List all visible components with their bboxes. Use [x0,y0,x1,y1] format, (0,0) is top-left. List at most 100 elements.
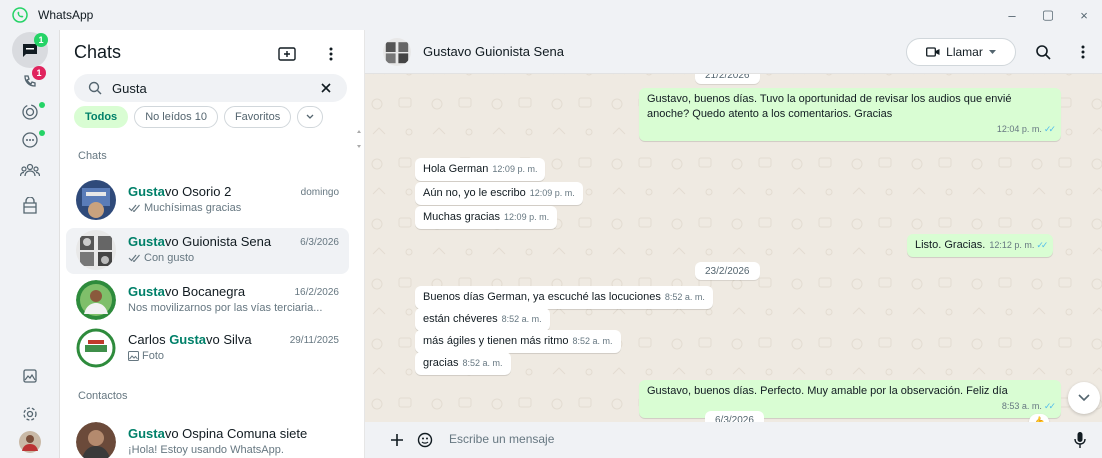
chat-last-message: Con gusto [128,252,338,264]
conversation-header[interactable]: Gustavo Guionista Sena Llamar [365,30,1102,74]
message-bubble-outgoing[interactable]: Listo. Gracias. 12:12 p. m. ✓✓ [907,234,1054,257]
message-text: Hola German [423,163,489,175]
message-text: Aún no, yo le escribo [423,187,526,199]
chat-last-message: Nos movilizarnos por las vías terciaria.… [128,302,323,314]
plus-icon[interactable] [389,432,405,448]
read-ticks-icon: ✓✓ [1036,240,1048,250]
channels-new-dot [39,130,45,136]
search-input[interactable]: Gusta [112,81,319,96]
message-time: 8:52 a. m. [664,292,705,302]
chat-date: 16/2/2026 [294,287,340,298]
contact-name: Gustavo Ospina Comuna siete [128,426,308,441]
message-time: 8:52 a. m. [501,314,542,324]
message-time: 12:09 p. m. [529,188,575,198]
video-call-icon [926,47,940,57]
message-bubble-incoming[interactable]: gracias 8:52 a. m. [415,352,511,375]
filter-all[interactable]: Todos [74,106,129,128]
message-text: Listo. Gracias. [915,239,986,251]
message-time: 8:52 a. m. [572,336,613,346]
message-bubble-outgoing[interactable]: Gustavo, buenos días. Perfecto. Muy amab… [639,380,1061,418]
message-input[interactable]: Escribe un mensaje [449,432,554,446]
profile-avatar-icon [19,431,41,453]
chat-name: Gustavo Bocanegra [128,284,246,299]
message-text: están chéveres [423,313,498,325]
microphone-icon[interactable] [1073,431,1087,449]
search-icon[interactable] [1035,44,1051,60]
store-icon [23,197,37,214]
chat-name: Carlos Gustavo Silva [128,332,252,347]
chat-item[interactable]: Gustavo Bocanegra 16/2/2026 Nos moviliza… [66,278,349,324]
message-bubble-incoming[interactable]: más ágiles y tienen más ritmo 8:52 a. m. [415,330,621,353]
chevron-down-icon [306,114,314,119]
message-time: 8:53 a. m. [1001,401,1042,411]
search-icon [88,81,102,95]
call-button[interactable]: Llamar [906,38,1016,66]
rail-chats-button[interactable]: 1 [12,32,48,68]
message-bubble-incoming[interactable]: Buenos días German, ya escuché las locuc… [415,286,713,309]
kebab-menu-icon [1081,45,1085,59]
message-list: 21/2/2026 Gustavo, buenos días. Tuvo la … [365,66,1102,430]
read-ticks-icon: ✓✓ [1043,124,1056,134]
chat-item[interactable]: Carlos Gustavo Silva 29/11/2025 Foto [66,326,349,372]
caret-down-icon [988,49,996,54]
gear-icon [23,407,37,421]
scroll-to-bottom-button[interactable] [1068,382,1100,414]
date-separator: 23/2/2026 [695,262,760,280]
double-check-icon [128,254,140,262]
rail-business-button[interactable] [10,188,50,224]
search-box[interactable]: Gusta [74,74,347,102]
rail-profile-button[interactable] [10,424,50,458]
chat-date: 6/3/2026 [300,237,339,248]
list-scrollbar[interactable] [357,130,361,148]
section-chats-label: Chats [78,150,107,162]
chat-item-selected[interactable]: Gustavo Guionista Sena 6/3/2026 Con gust… [66,228,349,274]
message-text: gracias [423,357,459,369]
title-bar: WhatsApp – ▢ × [0,0,1102,30]
message-text: Gustavo, buenos días. Perfecto. Muy amab… [647,385,1008,397]
channels-icon [22,132,38,148]
avatar [76,422,116,458]
conversation-menu-button[interactable] [1075,42,1091,62]
chats-unread-badge: 1 [34,33,48,47]
message-time: 8:52 a. m. [462,358,503,368]
new-chat-icon[interactable] [278,46,296,62]
message-text: más ágiles y tienen más ritmo [423,335,569,347]
message-bubble-incoming[interactable]: están chéveres 8:52 a. m. [415,308,550,331]
message-bubble-incoming[interactable]: Muchas gracias 12:09 p. m. [415,206,558,229]
message-bubble-incoming[interactable]: Hola German 12:09 p. m. [415,158,546,181]
call-button-label: Llamar [946,45,983,59]
contact-item[interactable]: Gustavo Ospina Comuna siete ¡Hola! Estoy… [66,420,349,458]
chat-item[interactable]: Gustavo Osorio 2 domingo Muchísimas grac… [66,178,349,224]
contact-about: ¡Hola! Estoy usando WhatsApp. [128,444,284,456]
chat-date: 29/11/2025 [289,335,339,346]
section-contacts-label: Contactos [78,390,128,402]
rail-media-button[interactable] [10,358,50,394]
message-time: 12:09 p. m. [504,212,550,222]
status-icon [22,104,38,120]
message-bubble-outgoing[interactable]: Gustavo, buenos días. Tuvo la oportunida… [639,88,1061,141]
avatar [76,280,116,320]
filter-favorites[interactable]: Favoritos [223,106,292,128]
contact-avatar[interactable] [383,38,411,66]
clear-search-icon[interactable] [319,81,333,95]
photo-icon [128,351,139,361]
contact-name-title[interactable]: Gustavo Guionista Sena [423,44,564,59]
message-time: 12:09 p. m. [492,164,538,174]
chat-name: Gustavo Guionista Sena [128,234,272,249]
sticker-icon[interactable] [417,432,433,448]
message-composer: Escribe un mensaje [365,422,1102,458]
rail-communities-button[interactable] [10,152,50,188]
avatar [76,180,116,220]
close-window-button[interactable]: × [1066,0,1102,30]
minimize-button[interactable]: – [994,0,1030,30]
status-new-dot [39,102,45,108]
chat-list-menu-button[interactable] [322,44,340,64]
filter-more-button[interactable] [297,106,324,128]
filter-chips: Todos No leídos 10 Favoritos [74,106,324,128]
navigation-rail: 1 1 [0,30,60,458]
filter-unread[interactable]: No leídos 10 [134,106,218,128]
chat-list-title: Chats [74,42,122,62]
chat-last-message: Muchísimas gracias [128,202,338,214]
message-bubble-incoming[interactable]: Aún no, yo le escribo 12:09 p. m. [415,182,583,205]
maximize-button[interactable]: ▢ [1030,0,1066,30]
